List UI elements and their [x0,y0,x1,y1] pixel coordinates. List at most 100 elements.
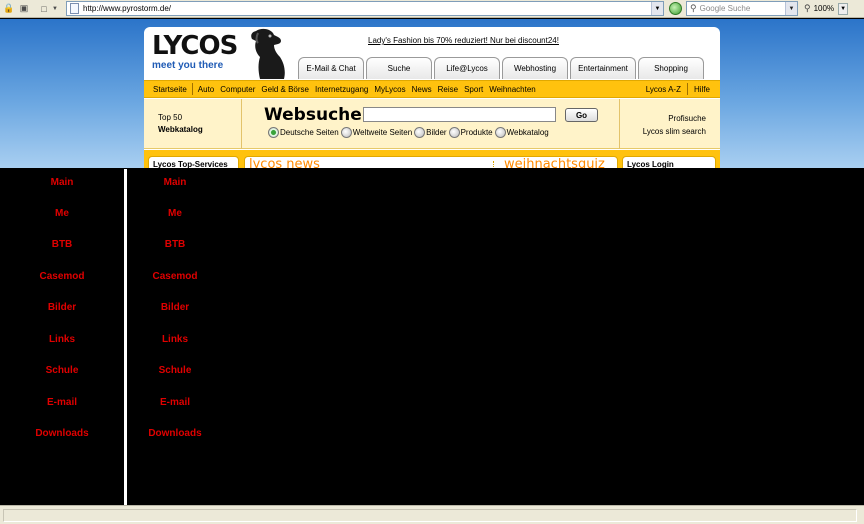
radio-dot [494,127,506,138]
tab-life-lycos[interactable]: Life@Lycos [434,57,500,79]
lycos-portal: LYCOS meet you there Lady's Fashion bis … [144,27,720,168]
nav-computer[interactable]: Computer [220,85,255,94]
menu-item-casemod[interactable]: Casemod [0,271,124,282]
search-extra-links: Profisuche Lycos slim search [643,112,706,138]
zoom-control[interactable]: ⚲ 100% ▼ [804,1,849,16]
box-separator [493,161,494,168]
search-placeholder: Google Suche [699,4,751,13]
tab-webhosting[interactable]: Webhosting [502,57,568,79]
chevron-down-icon[interactable]: ▼ [51,3,59,15]
url-text[interactable]: http://www.pyrostorm.de/ [83,4,171,13]
radio-webkatalog[interactable]: Webkatalog [494,127,549,138]
menu-item-main[interactable]: Main [127,177,223,188]
tab-shopping[interactable]: Shopping [638,57,704,79]
zoom-level: 100% [813,4,835,13]
menu-item-bilder[interactable]: Bilder [0,302,124,313]
nav-reise[interactable]: Reise [438,85,458,94]
image-icon[interactable]: ▣ [18,3,30,15]
status-pane [3,509,857,522]
search-input[interactable]: ⚲ Google Suche ▼ [686,1,798,16]
menu-item-main[interactable]: Main [0,177,124,188]
address-dropdown-button[interactable]: ▼ [651,2,663,15]
quiz-title[interactable]: weihnachtsquiz [500,157,605,168]
radio-deutsche-seiten[interactable]: Deutsche Seiten [268,127,339,138]
logo-text: LYCOS [152,31,238,61]
login-box: Lycos Login [622,156,716,168]
top-frame: LYCOS meet you there Lady's Fashion bis … [0,19,864,168]
menu-item-email[interactable]: E-mail [0,397,124,408]
radio-dot [268,127,279,138]
go-button[interactable]: Go [565,108,598,122]
search-dropdown-button[interactable]: ▼ [785,2,797,15]
tab-suche[interactable]: Suche [366,57,432,79]
radio-dot [340,127,352,138]
menu-item-links[interactable]: Links [127,334,223,345]
news-box: lycos news weihnachtsquiz [244,156,618,168]
page-icon[interactable]: □ [38,3,50,15]
nav-auto[interactable]: Auto [198,85,214,94]
profisuche-link[interactable]: Profisuche [643,112,706,125]
radio-bilder[interactable]: Bilder [414,127,447,138]
magnifier-icon: ⚲ [804,3,811,13]
search-strip: Top 50 Webkatalog Websuche: Go Deutsche … [144,99,720,149]
nav-mylycos[interactable]: MyLycos [374,85,405,94]
nav-weihnachten[interactable]: Weihnachten [489,85,536,94]
tab-email-chat[interactable]: E-Mail & Chat [298,57,364,79]
menu-item-bilder[interactable]: Bilder [127,302,223,313]
lycos-dog-icon [251,28,285,79]
nav-separator [191,83,193,95]
top50-link[interactable]: Top 50 Webkatalog [158,112,203,136]
content-boxes: Lycos Top-Services lycos news weihnachts… [144,150,720,168]
left-menu-frame: Main Me BTB Casemod Bilder Links Schule … [0,169,124,505]
status-bar [0,505,864,524]
menu-item-me[interactable]: Me [127,208,223,219]
nav-internetzugang[interactable]: Internetzugang [315,85,368,94]
logo-slogan: meet you there [152,60,224,71]
top-services-box: Lycos Top-Services [148,156,239,168]
login-title[interactable]: Lycos Login [623,157,715,168]
radio-label: Bilder [426,128,447,137]
slim-search-link[interactable]: Lycos slim search [643,125,706,138]
strip-divider [619,99,620,149]
lycos-logo[interactable]: LYCOS meet you there [152,31,238,71]
top50-line2: Webkatalog [158,125,203,134]
radio-label: Webkatalog [506,128,549,137]
radio-label: Produkte [460,128,493,137]
radio-dot [448,127,460,138]
nav-startseite[interactable]: Startseite [153,85,187,94]
search-scope-radios: Deutsche Seiten Weltweite Seiten Bilder … [268,127,551,138]
portal-tabs: E-Mail & Chat Suche Life@Lycos Webhostin… [298,57,704,79]
menu-item-downloads[interactable]: Downloads [127,428,223,439]
zoom-dropdown-icon[interactable]: ▼ [838,2,849,15]
menu-item-me[interactable]: Me [0,208,124,219]
websuche-input[interactable] [363,107,556,122]
menu-item-btb[interactable]: BTB [127,239,223,250]
websuche-label: Websuche: [264,105,369,125]
go-icon[interactable] [669,2,682,15]
document-icon [70,3,79,14]
category-nav: Startseite Auto Computer Geld & Börse In… [144,80,720,98]
tab-entertainment[interactable]: Entertainment [570,57,636,79]
promo-link[interactable]: Lady's Fashion bis 70% reduziert! Nur be… [368,36,559,45]
radio-weltweite-seiten[interactable]: Weltweite Seiten [340,127,413,138]
nav-sport[interactable]: Sport [464,85,483,94]
menu-item-email[interactable]: E-mail [127,397,223,408]
menu-item-schule[interactable]: Schule [127,365,223,376]
radio-label: Weltweite Seiten [352,128,413,137]
top-services-title[interactable]: Lycos Top-Services [149,157,238,168]
search-icon: ⚲ [690,3,697,13]
menu-item-casemod[interactable]: Casemod [127,271,223,282]
menu-item-btb[interactable]: BTB [0,239,124,250]
nav-hilfe[interactable]: Hilfe [694,85,710,94]
menu-item-links[interactable]: Links [0,334,124,345]
radio-dot [414,127,426,138]
radio-produkte[interactable]: Produkte [448,127,493,138]
nav-geld-boerse[interactable]: Geld & Börse [261,85,309,94]
address-bar[interactable]: http://www.pyrostorm.de/ ▼ [66,1,664,16]
lock-icon[interactable]: 🔒 [3,3,15,15]
menu-item-downloads[interactable]: Downloads [0,428,124,439]
strip-divider [241,99,242,149]
nav-lycos-a-z[interactable]: Lycos A-Z [646,85,681,94]
menu-item-schule[interactable]: Schule [0,365,124,376]
nav-news[interactable]: News [412,85,432,94]
